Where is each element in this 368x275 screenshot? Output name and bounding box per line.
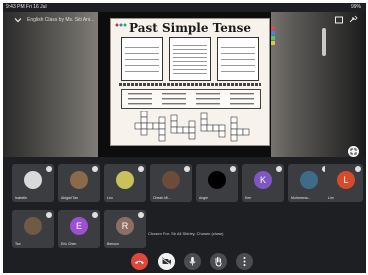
share-blur-right	[271, 12, 366, 157]
participant-name: Muhamma...	[291, 196, 311, 200]
mic-muted-icon	[46, 166, 52, 172]
mic-button[interactable]	[184, 253, 201, 270]
avatar-photo	[24, 171, 42, 189]
participant-name: Lim	[328, 196, 334, 200]
more-button[interactable]	[236, 253, 253, 270]
participant-name: Eric Chen	[61, 242, 77, 246]
share-icon[interactable]	[348, 15, 358, 25]
mic-muted-icon	[184, 166, 190, 172]
avatar-photo	[24, 217, 42, 235]
more-vertical-icon	[243, 257, 246, 266]
mic-icon	[189, 257, 196, 266]
crossword-grid	[134, 111, 250, 142]
meeting-top-bar: English Class by Ms. Siti Ani...	[3, 12, 366, 28]
status-bar: 9:43 PM Fri 16 Jul 99%	[3, 3, 366, 12]
avatar-initial: E	[70, 217, 88, 235]
participant-tile[interactable]: L Lim	[325, 164, 363, 202]
camera-button[interactable]	[158, 253, 175, 270]
shared-worksheet: Past Simple Tense	[110, 18, 270, 146]
participant-name: Benson	[107, 242, 119, 246]
participant-tile[interactable]: Muhamma...	[288, 164, 330, 202]
mic-muted-icon	[92, 166, 98, 172]
avatar-photo	[116, 171, 134, 189]
participant-tile[interactable]: K Ken	[242, 164, 284, 202]
meeting-title[interactable]: English Class by Ms. Siti Ani...	[27, 17, 94, 23]
mic-muted-icon	[46, 212, 52, 218]
participant-name: Leo	[107, 196, 113, 200]
slide-thumbnails-icon	[271, 26, 275, 45]
mic-muted-icon	[138, 166, 144, 172]
mic-muted-icon	[92, 212, 98, 218]
worksheet-panels	[121, 37, 259, 81]
participant-tile[interactable]: Abigail Tan	[58, 164, 100, 202]
participant-name: Cheah Mi...	[153, 196, 171, 200]
participant-tile[interactable]: R Benson	[104, 210, 146, 248]
participant-name: Abigail Tan	[61, 196, 79, 200]
participant-tile[interactable]: Angie	[196, 164, 238, 202]
worksheet-word-box	[121, 89, 261, 109]
mic-muted-icon	[138, 212, 144, 218]
participant-tile[interactable]: E Eric Chen	[58, 210, 100, 248]
mic-muted-icon	[355, 166, 361, 172]
raise-hand-button[interactable]	[210, 253, 227, 270]
chat-notice: Chosen For: Sir Ali Shirley, Chosen (clo…	[148, 231, 224, 236]
worksheet-panel-left	[121, 37, 163, 81]
participant-name: Angie	[199, 196, 208, 200]
avatar-initial: L	[337, 171, 355, 189]
worksheet-panel-right	[217, 37, 259, 81]
ipad-screen: 9:43 PM Fri 16 Jul 99% Past Simple Tense	[3, 3, 366, 273]
status-time: 9:43 PM Fri 16 Jul	[6, 4, 47, 10]
participant-name: Tan	[15, 242, 21, 246]
chevron-down-icon[interactable]	[13, 15, 23, 25]
end-call-button[interactable]	[131, 253, 148, 270]
mic-muted-icon	[276, 166, 282, 172]
participant-name: Ken	[245, 196, 252, 200]
worksheet-instruction	[119, 83, 261, 86]
hand-icon	[215, 257, 222, 267]
phone-hangup-icon	[135, 260, 144, 264]
call-controls	[3, 250, 366, 273]
participant-tile[interactable]: Isabelle	[12, 164, 54, 202]
avatar-photo	[300, 171, 318, 189]
participant-tile[interactable]: Tan	[12, 210, 54, 248]
screen-share-area: Past Simple Tense English Class by Ms. S…	[3, 12, 366, 157]
share-scrollbar[interactable]	[322, 28, 326, 56]
participant-tile[interactable]: Cheah Mi...	[150, 164, 192, 202]
participant-name: Isabelle	[15, 196, 28, 200]
participant-tile[interactable]: Leo	[104, 164, 146, 202]
fullscreen-icon[interactable]	[348, 146, 359, 157]
mic-muted-icon	[230, 166, 236, 172]
share-blur-left	[3, 12, 98, 157]
worksheet-panel-middle	[169, 37, 211, 81]
camera-off-icon	[161, 257, 172, 266]
avatar-photo	[208, 171, 226, 189]
avatar-initial: K	[254, 171, 272, 189]
layout-icon[interactable]	[334, 15, 344, 25]
avatar-initial: R	[116, 217, 134, 235]
avatar-photo	[70, 171, 88, 189]
avatar-photo	[162, 171, 180, 189]
status-battery: 99%	[350, 4, 361, 10]
